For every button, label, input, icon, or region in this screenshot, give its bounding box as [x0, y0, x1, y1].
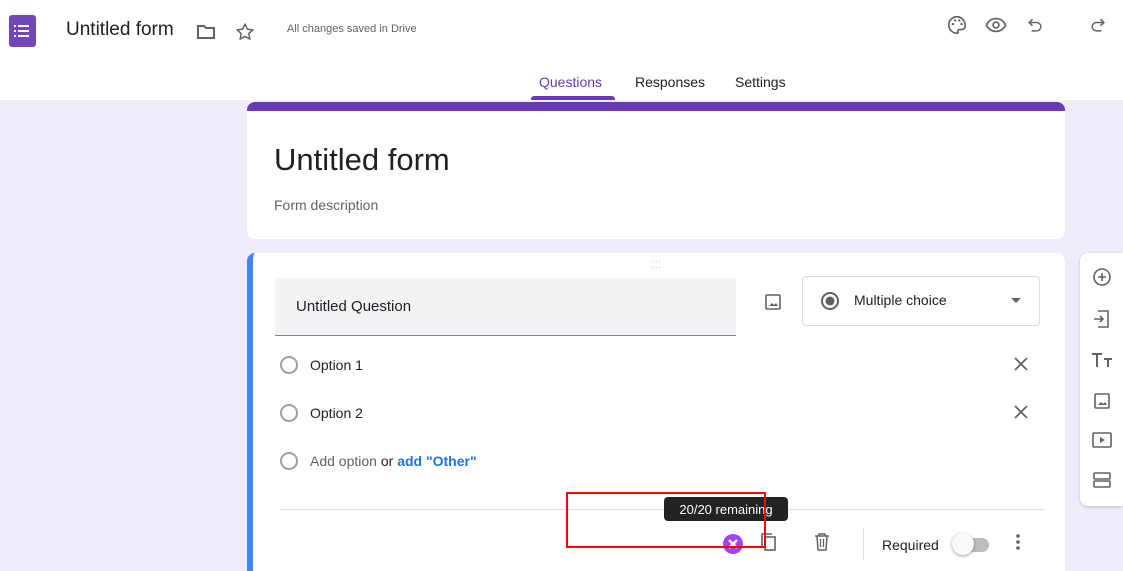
- add-title-icon[interactable]: [1090, 348, 1114, 372]
- tab-responses[interactable]: Responses: [635, 74, 705, 90]
- active-tab-indicator: [531, 96, 615, 100]
- radio-button: [280, 404, 298, 422]
- form-name[interactable]: Untitled form: [66, 19, 174, 41]
- add-video-icon[interactable]: [1090, 428, 1114, 452]
- remove-option-icon[interactable]: [1009, 352, 1033, 376]
- tab-settings[interactable]: Settings: [735, 74, 786, 90]
- star-icon[interactable]: [233, 20, 257, 44]
- remove-option-icon[interactable]: [1009, 400, 1033, 424]
- question-type-label: Multiple choice: [854, 292, 947, 308]
- folder-icon[interactable]: [194, 20, 218, 44]
- forms-logo-icon[interactable]: [9, 15, 36, 47]
- side-toolbar: [1080, 253, 1123, 506]
- redo-icon[interactable]: [1085, 12, 1111, 38]
- add-section-icon[interactable]: [1090, 468, 1114, 492]
- form-title-card: Untitled form Form description: [247, 102, 1065, 239]
- option-row: Option 2: [275, 399, 1045, 427]
- required-toggle-knob[interactable]: [952, 533, 974, 555]
- tab-bar: Questions Responses Settings: [0, 66, 1123, 100]
- option-label[interactable]: Option 1: [310, 357, 363, 373]
- add-question-icon[interactable]: [1090, 265, 1114, 289]
- question-type-dropdown[interactable]: Multiple choice: [802, 276, 1040, 326]
- add-image-icon[interactable]: [1090, 389, 1114, 413]
- undo-icon[interactable]: [1022, 12, 1048, 38]
- radio-checked-icon: [818, 289, 842, 313]
- import-questions-icon[interactable]: [1090, 307, 1114, 331]
- question-title-input[interactable]: Untitled Question: [275, 278, 736, 336]
- more-options-icon[interactable]: [1008, 529, 1028, 555]
- question-title-text: Untitled Question: [296, 298, 412, 315]
- footer-separator: [863, 528, 864, 560]
- form-title-input[interactable]: Untitled form: [274, 142, 450, 178]
- radio-button: [280, 452, 298, 470]
- required-label: Required: [882, 537, 939, 553]
- app-header: Untitled form All changes saved in Drive…: [0, 0, 1123, 100]
- drag-handle-icon[interactable]: ∙∙∙ ∙∙∙: [651, 257, 662, 273]
- palette-icon[interactable]: [944, 12, 970, 38]
- add-option-area: Add option or add "Other": [310, 453, 477, 469]
- chevron-down-icon: [1006, 291, 1026, 311]
- delete-icon[interactable]: [809, 529, 835, 555]
- eye-icon[interactable]: [983, 12, 1009, 38]
- add-image-icon[interactable]: [760, 289, 786, 315]
- annotation-highlight-box: [566, 492, 766, 548]
- form-description-input[interactable]: Form description: [274, 197, 378, 213]
- option-label[interactable]: Option 2: [310, 405, 363, 421]
- save-status: All changes saved in Drive: [287, 23, 417, 35]
- tab-questions[interactable]: Questions: [539, 74, 602, 90]
- add-option-row: Add option or add "Other": [275, 447, 1045, 475]
- option-row: Option 1: [275, 351, 1045, 379]
- or-text: or: [380, 453, 394, 469]
- radio-button: [280, 356, 298, 374]
- add-other-link[interactable]: add "Other": [397, 453, 476, 469]
- add-option-link[interactable]: Add option: [310, 453, 377, 469]
